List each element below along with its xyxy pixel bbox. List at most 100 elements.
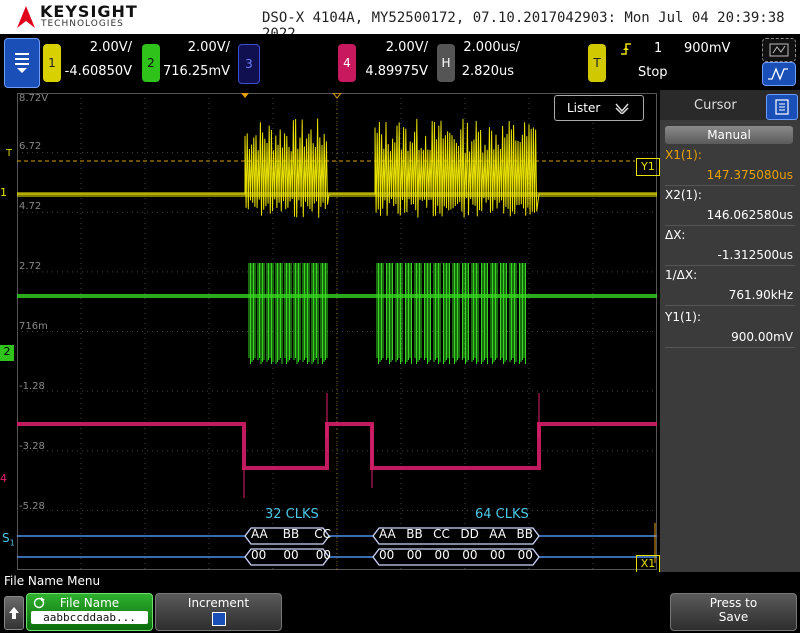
press-to-save-label-2: Save: [718, 610, 749, 624]
ch2-pulse: [302, 263, 310, 364]
ch1-level-label: 6.72: [19, 141, 42, 152]
ch2-offset: 716.25mV: [162, 64, 230, 79]
x1-cursor-marker[interactable]: X1: [636, 555, 660, 573]
ch2-level-label: 716m: [19, 321, 48, 332]
increment-softkey[interactable]: Increment: [155, 593, 282, 631]
ch2-pulse: [284, 263, 292, 364]
menu-icon: [15, 53, 29, 73]
decode-byte: 00: [517, 548, 533, 562]
file-name-label: File Name: [59, 596, 120, 610]
decode-byte: 00: [379, 548, 395, 562]
ch2-pulse: [257, 263, 265, 364]
ch2-pulse: [433, 263, 441, 364]
ch2-pulse: [320, 263, 328, 364]
increment-checkbox[interactable]: [211, 612, 226, 626]
decode-byte: BB: [516, 527, 533, 541]
cursor-panel-title: Cursor: [694, 98, 737, 113]
press-to-save-softkey[interactable]: Press to Save: [670, 593, 797, 631]
up-arrow-icon: [9, 607, 19, 619]
ch2-baseline: [17, 294, 657, 298]
channel-bar: 1 2.00V/ -4.60850V 2 2.00V/ 716.25mV 3 4…: [0, 34, 800, 90]
decode-byte: CC: [433, 527, 450, 541]
ch2-scale: 2.00V/: [187, 40, 230, 55]
channel-2-button[interactable]: 2: [142, 44, 160, 82]
ch2-ground-marker[interactable]: 2: [0, 345, 14, 361]
x1-label: X1(1):: [665, 148, 702, 162]
zoom-button[interactable]: [762, 38, 796, 62]
run-state: Stop: [638, 65, 668, 80]
ch2-pulse: [471, 263, 479, 364]
delta-x-label: ΔX:: [665, 228, 686, 242]
decode-byte: AA: [489, 527, 507, 541]
waveform-display[interactable]: 8.72V 6.72 4.72 2.72 716m -1.28 -3.28 -5…: [17, 92, 657, 570]
increment-label: Increment: [187, 596, 250, 610]
channel-3-button[interactable]: 3: [238, 44, 260, 84]
ch1-ground-marker[interactable]: 1: [0, 186, 16, 200]
title-bar: KEYSIGHT TECHNOLOGIES DSO-X 4104A, MY525…: [0, 0, 800, 42]
zoom-icon: [769, 43, 789, 57]
graticule: [17, 92, 657, 570]
delay-marker: [241, 93, 249, 98]
ch1-baseline: [17, 192, 657, 197]
decode-byte: BB: [406, 527, 423, 541]
decode-byte: CC: [314, 527, 331, 541]
x2-value[interactable]: 146.062580us: [665, 208, 793, 222]
ch2-pulse: [386, 263, 393, 364]
channel-1-button[interactable]: 1: [43, 44, 61, 82]
y1-value[interactable]: 900.00mV: [665, 330, 793, 344]
keysight-logo-icon: [17, 6, 35, 28]
channel-4-button[interactable]: 4: [338, 44, 356, 82]
decode-byte: 00: [489, 548, 506, 562]
press-to-save-label: Press to: [709, 596, 758, 610]
cursor-panel: Cursor Manual X1(1): 147.375080us X2(1):…: [660, 90, 800, 572]
ch4-level-label: -5.28: [19, 501, 45, 512]
softkey-bar: File Name Menu File Name aabbccddaab... …: [0, 572, 800, 632]
lister-button[interactable]: Lister: [554, 95, 644, 121]
trigger-marker: T: [6, 148, 13, 159]
ch2-pulse: [414, 263, 422, 364]
horizontal-scale: 2.000us/: [463, 40, 520, 55]
ch2-pulse: [275, 263, 283, 364]
decode-byte: 00: [315, 548, 331, 562]
inverse-delta-x-value: 761.90kHz: [728, 288, 793, 302]
serial-bus-number: 1: [9, 538, 15, 548]
auto-scale-button[interactable]: [762, 62, 796, 86]
x2-label: X2(1):: [665, 188, 702, 202]
main-menu-button[interactable]: [4, 38, 40, 88]
back-button[interactable]: [4, 596, 24, 630]
panel-menu-button[interactable]: [766, 94, 798, 120]
decode-byte: DD: [460, 527, 479, 541]
horizontal-delay: 2.820us: [461, 64, 514, 79]
horizontal-button[interactable]: H: [437, 44, 455, 82]
file-name-softkey[interactable]: File Name aabbccddaab...: [26, 593, 153, 631]
cursor-mode-button[interactable]: Manual: [665, 126, 793, 144]
ch2-pulse: [519, 263, 526, 364]
trigger-button[interactable]: T: [588, 44, 606, 82]
y1-cursor-marker[interactable]: Y1: [636, 158, 660, 176]
ch2-pulse: [462, 263, 469, 364]
lister-label: Lister: [567, 101, 601, 115]
rotary-knob-icon: [33, 597, 45, 609]
ch1-offset: -4.60850V: [64, 64, 132, 79]
ch2-pulse: [443, 263, 450, 364]
ch4-ground-marker[interactable]: 4: [0, 472, 16, 486]
decode-byte: AA: [379, 527, 396, 541]
ch2-pulse: [481, 263, 488, 364]
decode-byte: 00: [434, 548, 450, 562]
trigger-level: 900mV: [684, 41, 731, 56]
serial-bus-marker[interactable]: S1: [2, 531, 15, 547]
file-name-value: aabbccddaab...: [31, 611, 148, 624]
brand-subtitle: TECHNOLOGIES: [41, 19, 124, 29]
ch2-pulse: [293, 263, 301, 364]
menu-title: File Name Menu: [4, 574, 101, 588]
ch2-pulse: [452, 263, 460, 364]
ch1-level-label: 8.72V: [19, 93, 49, 104]
ch2-pulse: [424, 263, 431, 364]
frame-2-title: 64 CLKS: [475, 507, 529, 522]
delta-x-value: -1.312500us: [717, 248, 793, 262]
x1-value[interactable]: 147.375080us: [665, 168, 793, 182]
ch2-pulse: [311, 263, 319, 364]
decode-byte: AA: [251, 527, 268, 541]
waveform-icon: [768, 67, 788, 81]
rising-edge-icon: [621, 43, 631, 55]
